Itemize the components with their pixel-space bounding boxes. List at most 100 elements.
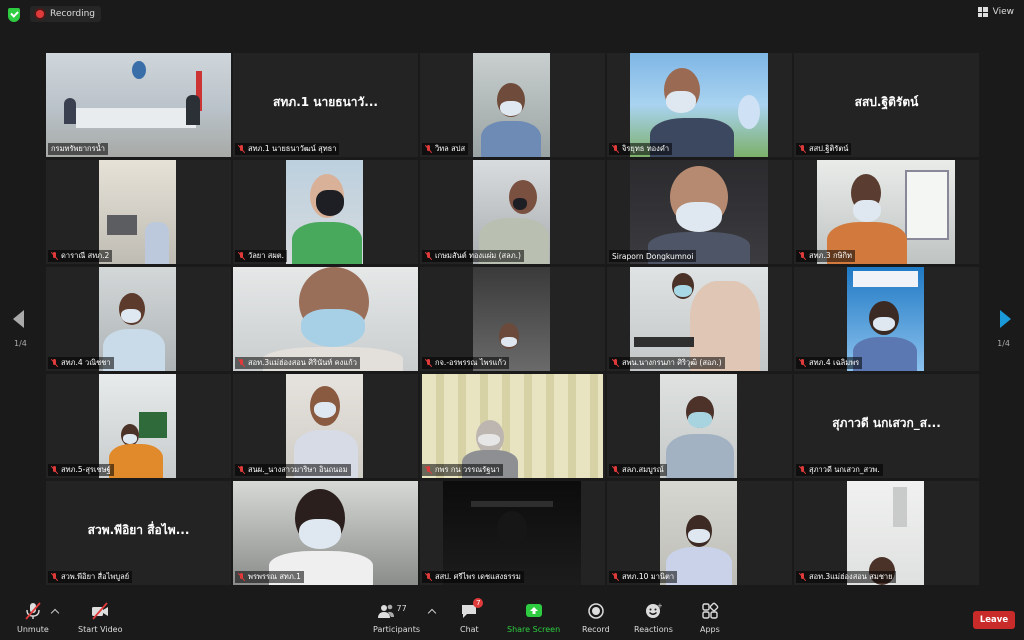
video-tile[interactable]: เกษมสันต์ ทองแผ่ม (สลภ.): [420, 160, 605, 264]
share-screen-label: Share Screen: [507, 625, 561, 634]
video-tile[interactable]: สทภ.4 วณิชชา: [46, 267, 231, 371]
apps-label: Apps: [700, 625, 720, 634]
video-feed: [99, 160, 176, 264]
grid-view-icon: [977, 7, 988, 17]
participant-name: สุภาวดี นกเสวก_สวพ.: [796, 464, 883, 476]
chat-icon: 7: [460, 598, 484, 620]
video-feed: [473, 160, 550, 264]
apps-button[interactable]: Apps: [700, 602, 720, 634]
mic-muted-icon: [612, 145, 619, 153]
participant-name: สลภ.สมบูรณ์: [609, 464, 667, 476]
video-feed: [660, 481, 737, 585]
video-tile[interactable]: กรมทรัพยากรน้ำ: [46, 53, 231, 157]
participant-name: ดาราณี สทภ.2: [48, 250, 113, 262]
next-page-arrow-icon[interactable]: [1000, 310, 1011, 328]
video-feed: [473, 53, 550, 157]
participant-name: สทภ.5-สุรเชษฐ์: [48, 464, 114, 476]
participant-name: วิทล สปส: [422, 143, 469, 155]
video-tile[interactable]: สอท.3แม่ฮ่องสอน สมชาย: [794, 481, 979, 585]
chat-button[interactable]: 7 Chat: [460, 598, 484, 634]
video-tile[interactable]: กจ.-อรพรรณ ไพรแก้ว: [420, 267, 605, 371]
video-tile[interactable]: สสป.ฐิติรัตน์ สสป.ฐิติรัตน์: [794, 53, 979, 157]
participant-name: วัลยา สผต.: [235, 250, 288, 262]
chat-label: Chat: [460, 625, 479, 634]
participant-name: สอท.3แม่ฮ่องสอน สมชาย: [796, 571, 896, 583]
share-screen-button[interactable]: Share Screen: [507, 602, 560, 634]
mic-muted-icon: [238, 466, 245, 474]
mic-muted-icon: [425, 252, 432, 260]
video-tile[interactable]: สนผ._นางสาวมาริษา อินถนอม: [233, 374, 418, 478]
smiley-icon: +: [644, 602, 663, 620]
recording-indicator[interactable]: Recording: [30, 6, 102, 22]
previous-page-arrow-icon[interactable]: [13, 310, 24, 328]
participant-big-name: สวพ.พีอิยา สื่อไพ...: [87, 523, 190, 537]
video-tile[interactable]: Siraporn Dongkumnoi: [607, 160, 792, 264]
video-feed: [817, 160, 955, 264]
record-button[interactable]: Record: [582, 602, 610, 634]
mic-muted-icon: [612, 573, 619, 581]
participant-name: สวพ.พีอิยา สื่อไพบูลย์: [48, 571, 133, 583]
video-feed: [847, 267, 924, 371]
video-tile[interactable]: วิทล สปส: [420, 53, 605, 157]
mic-muted-icon: [612, 359, 619, 367]
svg-text:+: +: [657, 602, 662, 610]
video-tile[interactable]: วัลยา สผต.: [233, 160, 418, 264]
video-feed: [99, 374, 176, 478]
view-label: View: [992, 7, 1014, 17]
video-feed: [286, 160, 363, 264]
video-feed: [99, 267, 176, 371]
unmute-label: Unmute: [17, 625, 49, 634]
participant-name: สสป. ศรีไพร เดชแสงธรรม: [422, 571, 524, 583]
page-indicator-right: 1/4: [997, 339, 1010, 348]
leave-button[interactable]: Leave: [973, 611, 1015, 629]
video-tile[interactable]: สุภาวดี นกเสวก_ส... สุภาวดี นกเสวก_สวพ.: [794, 374, 979, 478]
video-tile[interactable]: สลภ.สมบูรณ์: [607, 374, 792, 478]
video-tile[interactable]: กพร กน วรรณรัฐนา: [420, 374, 605, 478]
participant-name: สทภ.10 มานิตา: [609, 571, 678, 583]
video-tile[interactable]: พรพรรณ สทภ.1: [233, 481, 418, 585]
mic-muted-icon: [51, 359, 58, 367]
recording-dot-icon: [36, 10, 44, 18]
security-shield-icon[interactable]: [8, 8, 20, 22]
reactions-label: Reactions: [634, 625, 673, 634]
video-tile[interactable]: จิรยุทธ ทองคำ: [607, 53, 792, 157]
video-feed: [473, 267, 550, 371]
participants-count: 77: [396, 604, 407, 613]
video-tile[interactable]: สวพ.พีอิยา สื่อไพ... สวพ.พีอิยา สื่อไพบู…: [46, 481, 231, 585]
video-tile[interactable]: ดาราณี สทภ.2: [46, 160, 231, 264]
participants-options-caret-icon[interactable]: [427, 608, 437, 618]
participant-name: กจ.-อรพรรณ ไพรแก้ว: [422, 357, 510, 369]
video-tile[interactable]: สอท.3แม่ฮ่องสอน ศิรินันท์ คงแก้ว: [233, 267, 418, 371]
page-indicator-left: 1/4: [14, 339, 27, 348]
video-tile[interactable]: สสป. ศรีไพร เดชแสงธรรม: [420, 481, 605, 585]
video-tile[interactable]: สทภ.10 มานิตา: [607, 481, 792, 585]
audio-options-caret-icon[interactable]: [50, 608, 60, 618]
start-video-button[interactable]: Start Video: [78, 602, 123, 634]
mic-muted-icon: [799, 252, 806, 260]
participant-name: กรมทรัพยากรน้ำ: [48, 143, 108, 155]
share-screen-icon: [525, 602, 543, 620]
view-button[interactable]: View: [977, 7, 1014, 17]
video-tile[interactable]: สทภ.3 กษิกิท: [794, 160, 979, 264]
video-tile[interactable]: สทภ.1 นายธนาวั... สทภ.1 นายธนาวัฒน์ สุทธ…: [233, 53, 418, 157]
participant-name: สนผ._นางสาวมาริษา อินถนอม: [235, 464, 351, 476]
mic-muted-icon: [799, 466, 806, 474]
mic-muted-icon: [51, 466, 58, 474]
mic-muted-icon: [799, 359, 806, 367]
participants-button[interactable]: 77 Participants: [373, 602, 420, 634]
video-tile[interactable]: สพน.นางกรนภา ศิริวุฒิ (สอภ.): [607, 267, 792, 371]
unmute-button[interactable]: Unmute: [17, 602, 49, 634]
video-feed: [630, 160, 768, 264]
participant-big-name: สทภ.1 นายธนาวั...: [273, 95, 378, 109]
mic-muted-icon: [799, 145, 806, 153]
mic-muted-icon: [425, 145, 432, 153]
video-tile[interactable]: สทภ.5-สุรเชษฐ์: [46, 374, 231, 478]
participant-name: สพน.นางกรนภา ศิริวุฒิ (สอภ.): [609, 357, 725, 369]
reactions-button[interactable]: + Reactions: [634, 602, 673, 634]
mic-muted-icon: [51, 252, 58, 260]
mic-muted-icon: [799, 573, 806, 581]
video-tile[interactable]: สทภ.4 เฉลิมพร: [794, 267, 979, 371]
participants-label: Participants: [373, 625, 420, 634]
mic-muted-icon: [238, 252, 245, 260]
start-video-label: Start Video: [78, 625, 123, 634]
